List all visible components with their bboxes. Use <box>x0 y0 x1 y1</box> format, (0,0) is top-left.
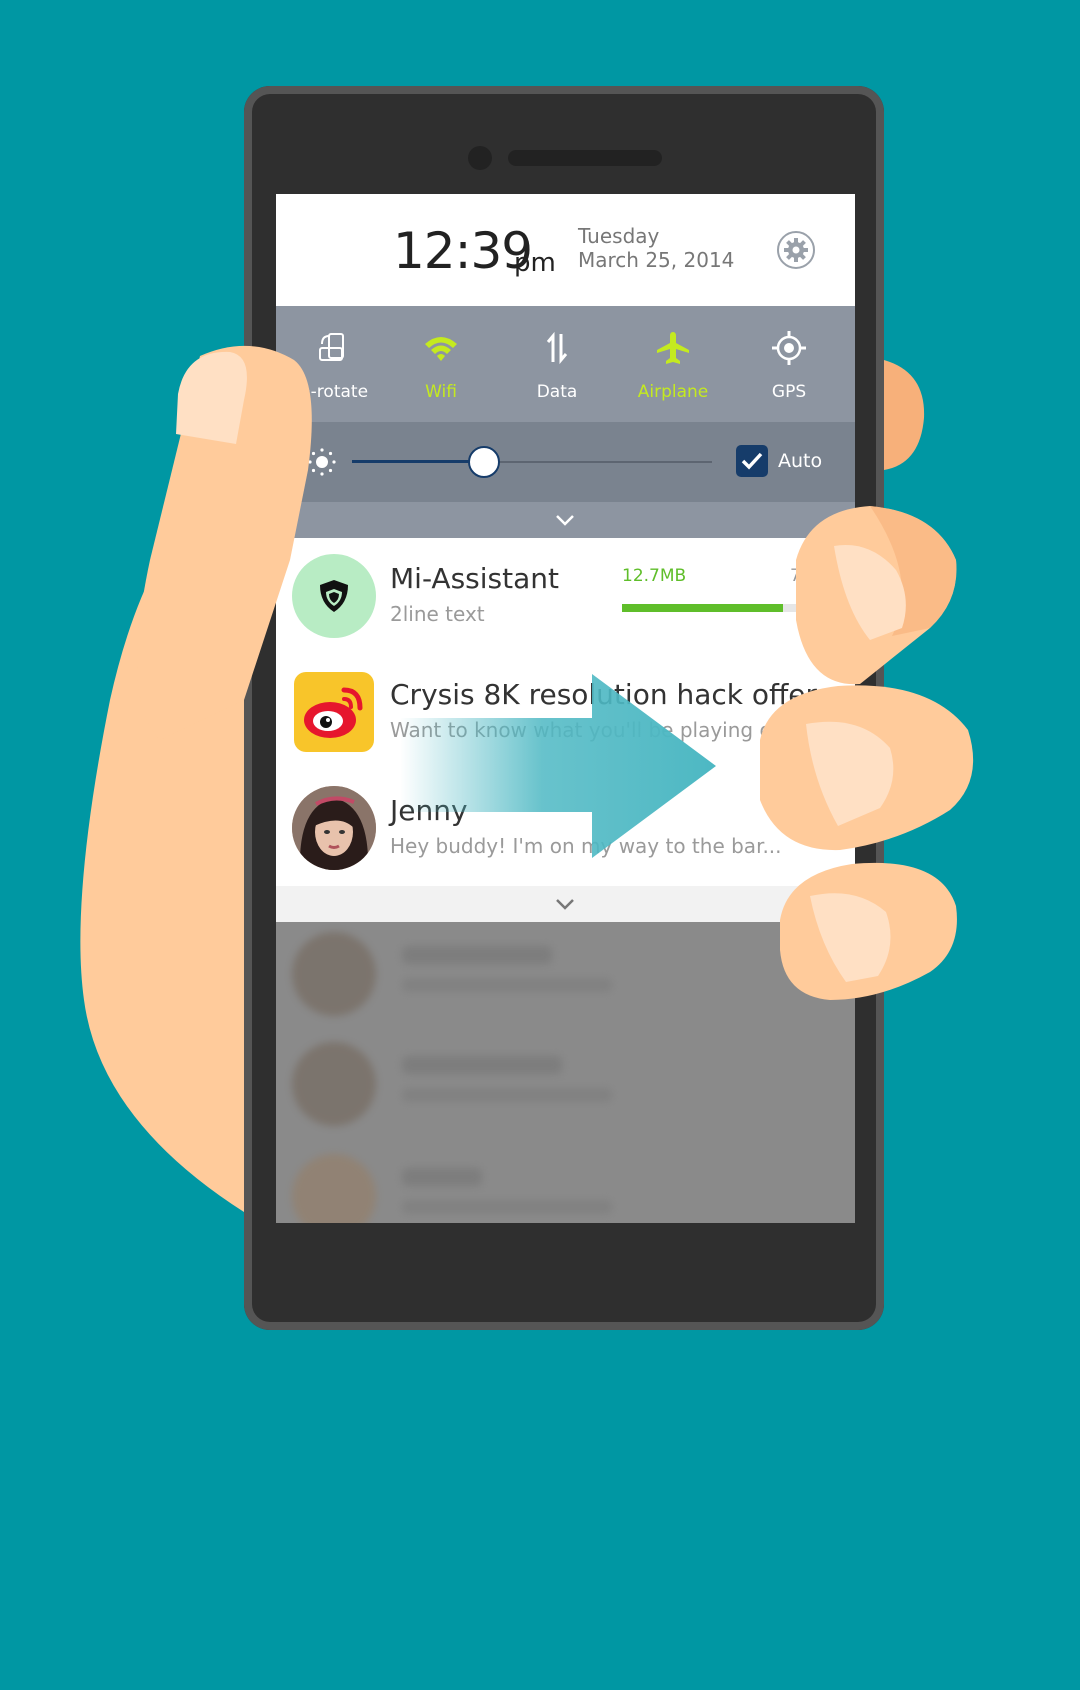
wifi-icon <box>425 337 457 361</box>
download-percent: 7 <box>790 566 801 586</box>
auto-brightness-label: Auto <box>778 450 823 472</box>
checkmark-icon <box>741 452 763 470</box>
notification-subtitle: Hey buddy! I'm on my way to the bar... <box>390 834 782 858</box>
date-full: March 25, 2014 <box>578 248 735 272</box>
download-progress-fill <box>622 604 783 612</box>
toggle-label: Data <box>536 382 578 402</box>
avatar <box>292 786 376 870</box>
earpiece-speaker <box>508 150 662 166</box>
toggle-data[interactable]: Data <box>499 306 615 422</box>
toggle-auto-rotate[interactable]: o-rotate <box>276 306 392 422</box>
data-icon <box>546 331 568 365</box>
expand-notifications-button[interactable] <box>276 886 855 922</box>
blurred-list-item <box>292 922 852 1022</box>
notification-title: Crysis 8K resolution hack offers... <box>390 678 855 711</box>
airplane-icon <box>657 332 689 364</box>
toggle-airplane[interactable]: Airplane <box>615 306 731 422</box>
clock-ampm: pm <box>514 248 556 278</box>
brightness-slider-fill <box>352 460 482 463</box>
toggle-label: GPS <box>771 382 807 402</box>
toggle-label: o-rotate <box>299 382 369 402</box>
notification-title: Mi-Assistant <box>390 562 559 595</box>
brightness-icon <box>308 448 336 476</box>
date-day: Tuesday <box>578 224 660 248</box>
toggle-gps[interactable]: GPS <box>731 306 847 422</box>
blurred-list-item <box>292 1144 852 1223</box>
notification-weibo[interactable]: Crysis 8K resolution hack offers... Want… <box>276 654 855 771</box>
chevron-down-icon <box>556 899 574 910</box>
clock-time: 12:39 <box>393 222 533 280</box>
notification-mi-assistant[interactable]: Mi-Assistant 2line text 12.7MB 7 <box>276 538 855 655</box>
app-icon <box>294 672 374 752</box>
notification-subtitle: Want to know what you'll be playing on y… <box>390 718 828 742</box>
blurred-list-item <box>292 1032 852 1132</box>
shade-header: 12:39 pm Tuesday March 25, 2014 <box>276 194 855 306</box>
toggle-label: Wifi <box>425 382 457 402</box>
weibo-icon <box>304 687 363 738</box>
rotate-icon <box>319 333 344 361</box>
blurred-background-list <box>276 922 855 1223</box>
notification-jenny[interactable]: Jenny Hey buddy! I'm on my way to the ba… <box>276 770 855 887</box>
quick-toggles: o-rotate Wifi Data Airplane GPS <box>276 306 855 422</box>
brightness-bar: Auto <box>276 422 855 502</box>
brightness-slider-thumb[interactable] <box>468 446 500 478</box>
download-progress-track <box>622 604 842 612</box>
toggle-wifi[interactable]: Wifi <box>383 306 499 422</box>
notification-shade: 12:39 pm Tuesday March 25, 2014 o-rotate… <box>276 194 855 1223</box>
shield-icon <box>320 580 348 612</box>
chevron-down-icon <box>556 515 574 526</box>
notification-title: Jenny <box>390 794 468 827</box>
front-camera <box>468 146 492 170</box>
gps-icon <box>772 331 806 365</box>
gear-icon[interactable] <box>776 230 816 270</box>
notification-subtitle: 2line text <box>390 602 485 626</box>
auto-brightness-checkbox[interactable] <box>736 445 768 477</box>
download-size: 12.7MB <box>622 566 687 586</box>
expand-toggles-button[interactable] <box>276 502 855 538</box>
app-icon <box>292 554 376 638</box>
toggle-label: Airplane <box>637 382 709 402</box>
